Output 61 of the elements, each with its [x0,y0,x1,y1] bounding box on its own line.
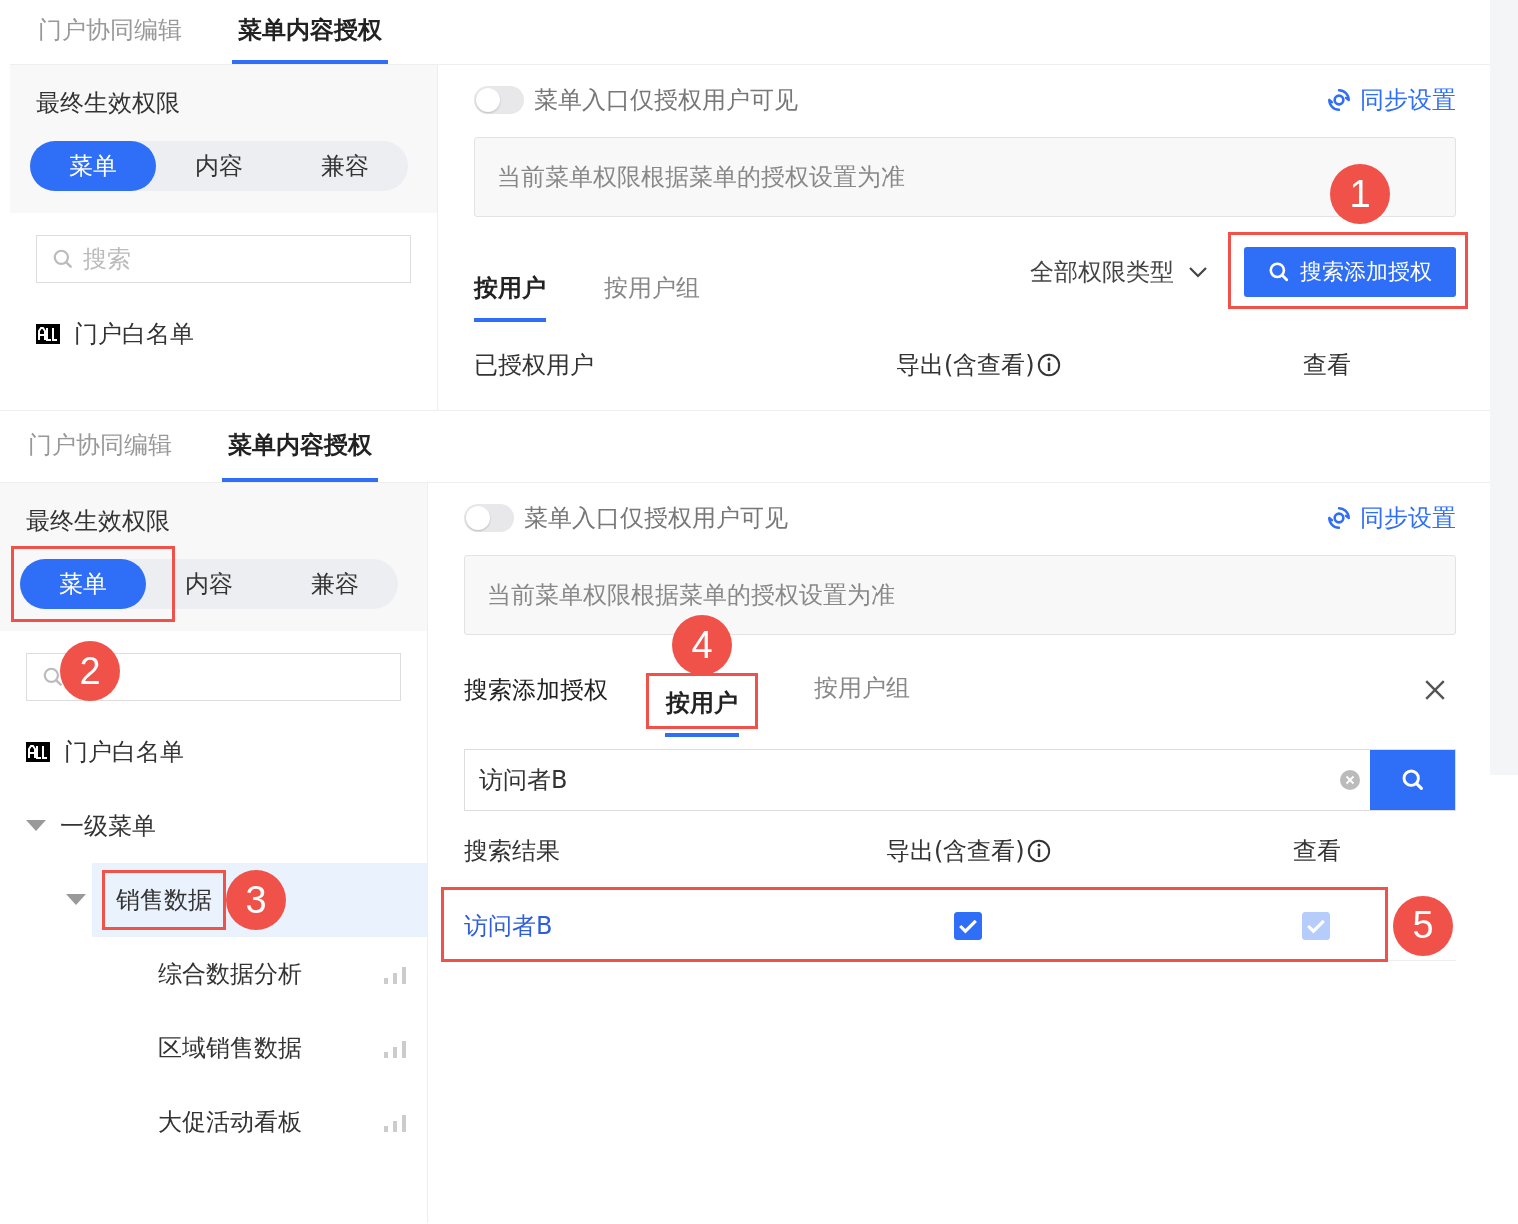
search-icon [52,248,74,270]
segment-button[interactable]: 菜单 [30,141,156,191]
segment-button[interactable]: 兼容 [282,141,408,191]
tree-item[interactable]: 一级菜单 [0,789,427,863]
tree-label: 一级菜单 [60,811,156,842]
panel-title: 搜索添加授权 [464,675,608,706]
toggle-label: 菜单入口仅授权用户可见 [534,85,798,116]
column-header: 已授权用户 [474,350,594,381]
toggle-label: 菜单入口仅授权用户可见 [524,503,788,534]
tree-label: 销售数据 [116,885,212,916]
tree-item[interactable]: 门户白名单 [0,715,427,789]
toggle-switch[interactable] [464,504,514,532]
tab[interactable]: 按用户组 [796,658,928,722]
search-icon [42,666,64,688]
tab[interactable]: 按用户组 [604,258,700,322]
info-icon[interactable] [1036,353,1061,377]
bar-chart-icon [383,1038,407,1058]
step-badge: 2 [60,641,120,701]
toggle-switch[interactable] [474,86,524,114]
all-icon [26,742,50,762]
sync-icon [1326,505,1352,531]
caret-icon[interactable] [26,820,46,832]
info-icon[interactable] [1026,839,1051,863]
segment-button[interactable]: 内容 [156,141,282,191]
segment-button[interactable]: 内容 [146,559,272,609]
tab[interactable]: 按用户 [474,258,546,322]
checkbox[interactable] [954,911,982,940]
tree-item[interactable]: 综合数据分析 [0,937,427,1011]
bar-chart-icon [383,964,407,984]
tree-label: 门户白名单 [64,737,184,768]
tree-item[interactable]: 大促活动看板 [0,1085,427,1159]
search-icon [1268,261,1290,283]
tree-label: 综合数据分析 [158,959,302,990]
section-title: 最终生效权限 [25,506,171,537]
close-icon[interactable] [1424,679,1446,701]
sync-settings-link[interactable]: 同步设置 [1326,502,1456,534]
step-badge: 5 [1393,895,1453,956]
tree-label: 区域销售数据 [158,1033,302,1064]
bar-chart-icon [383,1112,407,1132]
tree-label: 大促活动看板 [158,1107,302,1138]
tree-item[interactable]: 门户白名单 [10,297,437,371]
step-badge: 3 [226,870,286,930]
user-link[interactable]: 访问者B [464,909,553,942]
chevron-down-icon [1188,266,1208,278]
column-header: 搜索结果 [464,836,560,867]
search-field[interactable]: 搜索 [36,235,411,283]
permission-type-dropdown[interactable]: 全部权限类型 [1024,255,1214,289]
column-header: 查看 [1303,350,1351,381]
all-icon [36,324,60,344]
caret-icon[interactable] [66,894,86,906]
segment-button[interactable]: 兼容 [272,559,398,609]
column-header: 导出(含查看) [896,350,1035,381]
sync-settings-link[interactable]: 同步设置 [1326,84,1456,116]
section-title: 最终生效权限 [35,88,181,119]
search-add-button[interactable]: 搜索添加授权 [1244,247,1456,297]
tree-label: 门户白名单 [74,319,194,350]
sync-icon [1326,87,1352,113]
tree-item[interactable]: 区域销售数据 [0,1011,427,1085]
column-header: 导出(含查看) [886,836,1025,867]
column-header: 查看 [1293,836,1341,867]
segment-button[interactable]: 菜单 [20,559,146,609]
